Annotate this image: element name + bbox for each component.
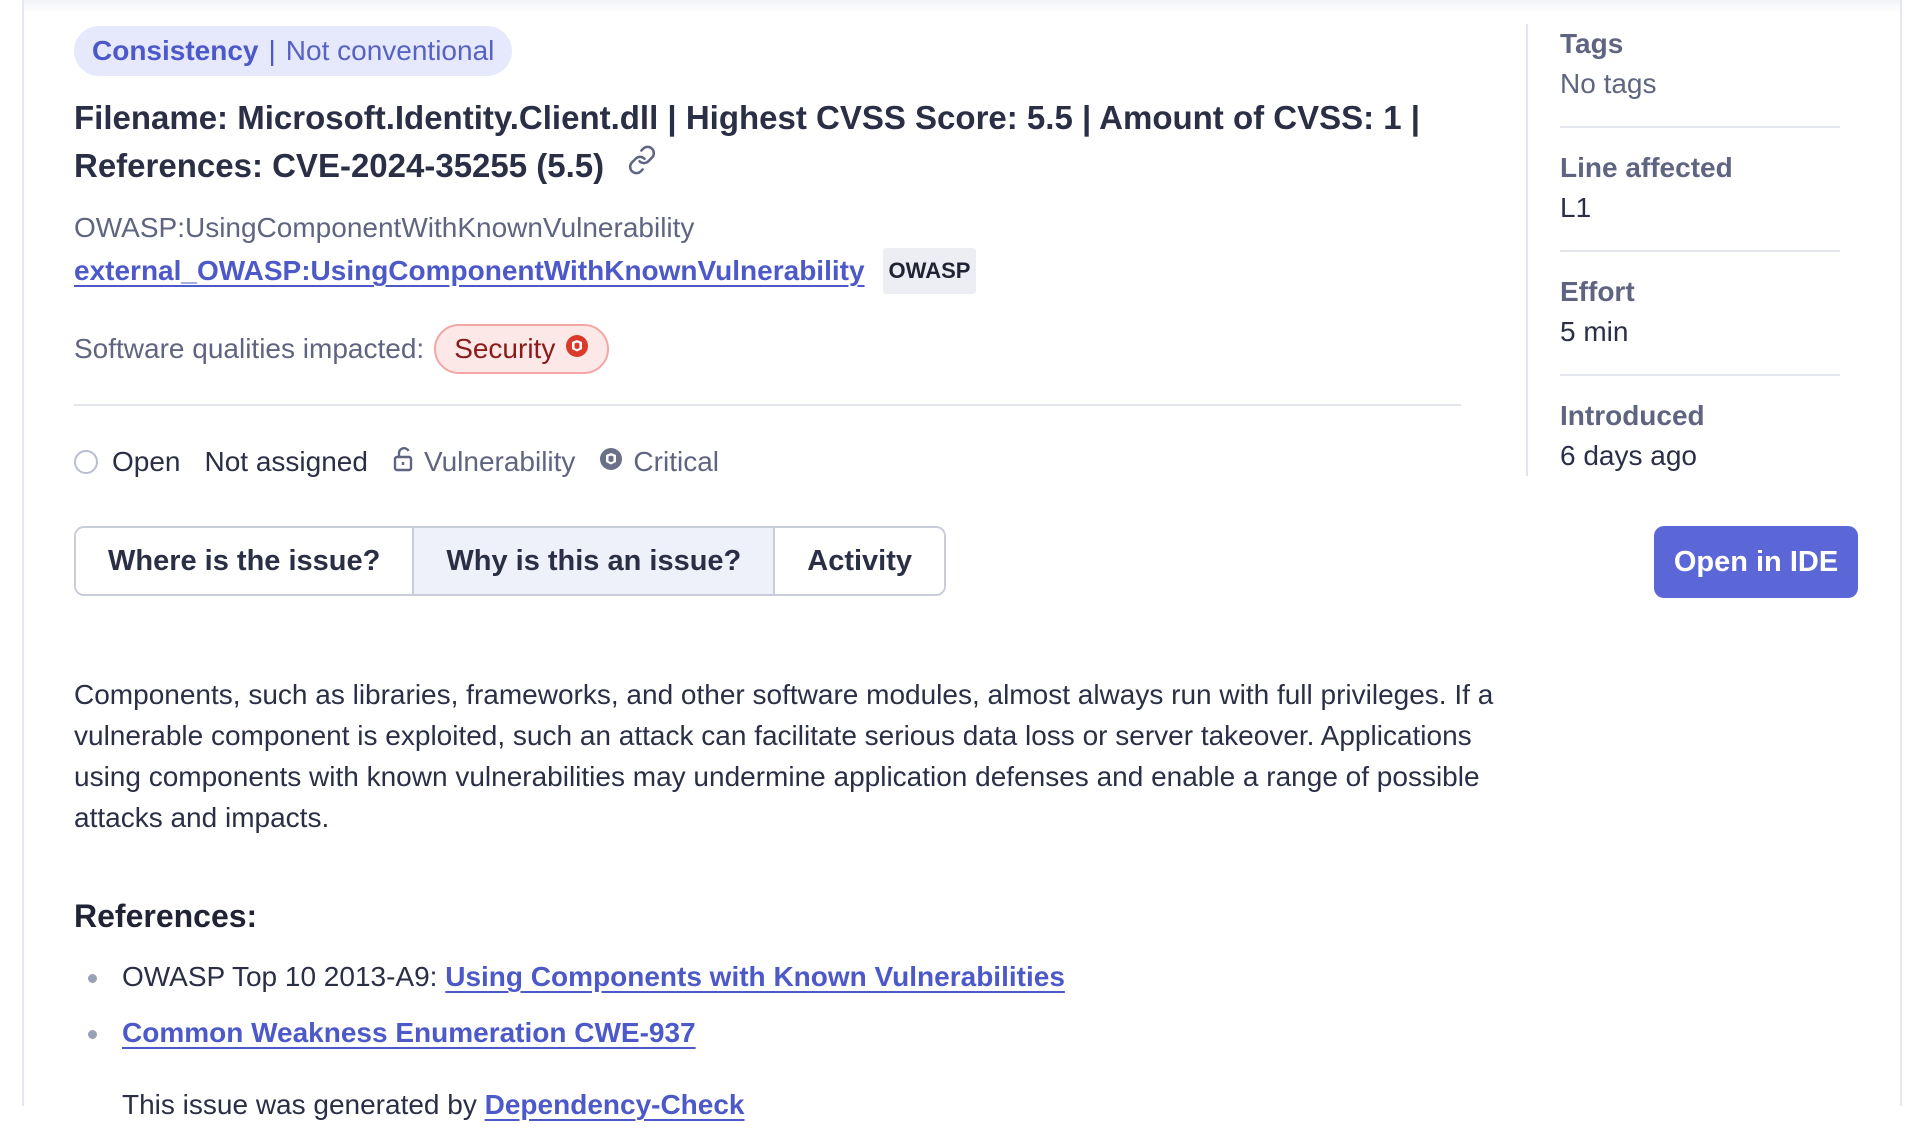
issue-description: Components, such as libraries, framework…	[74, 679, 1494, 834]
line-affected-label: Line affected	[1560, 152, 1733, 183]
issue-panel: Consistency | Not conventional Filename:…	[22, 0, 1902, 1120]
issue-type: Vulnerability	[392, 446, 575, 479]
tab-why-is-this-an-issue[interactable]: Why is this an issue?	[414, 528, 776, 595]
critical-severity-icon	[565, 333, 589, 365]
rule-link[interactable]: external_OWASP:UsingComponentWithKnownVu…	[74, 251, 865, 291]
introduced-section: Introduced 6 days ago	[1560, 396, 1840, 498]
introduced-label: Introduced	[1560, 400, 1705, 431]
pill-separator: |	[268, 35, 276, 66]
tab-where-is-the-issue[interactable]: Where is the issue?	[76, 528, 415, 595]
issue-type-label: Vulnerability	[423, 446, 576, 478]
references-list: OWASP Top 10 2013-A9: Using Components w…	[74, 949, 1484, 1061]
assignee[interactable]: Not assigned	[205, 446, 368, 478]
severity-label: Critical	[633, 446, 719, 478]
bullet	[88, 1030, 97, 1040]
permalink-icon[interactable]	[627, 140, 657, 188]
issue-title: Filename: Microsoft.Identity.Client.dll …	[74, 94, 1484, 192]
top-shadow	[24, 0, 1900, 14]
reference-link-cwe[interactable]: Common Weakness Enumeration CWE-937	[122, 1017, 696, 1048]
status-label: Open	[112, 446, 181, 478]
reference-link-owasp[interactable]: Using Components with Known Vulnerabilit…	[445, 961, 1065, 992]
rule-link-row: external_OWASP:UsingComponentWithKnownVu…	[74, 248, 1484, 295]
software-qualities-label: Software qualities impacted:	[74, 333, 425, 365]
line-affected-value: L1	[1560, 192, 1592, 223]
attribute-category: Consistency	[92, 35, 259, 66]
tags-value[interactable]: No tags	[1560, 64, 1840, 104]
references-heading: References:	[74, 898, 258, 935]
generator-link[interactable]: Dependency-Check	[485, 1089, 745, 1120]
rule-tag: OWASP	[882, 248, 977, 295]
issue-title-line-2-row: References: CVE-2024-35255 (5.5)	[74, 142, 1484, 192]
issue-status-row: Open Not assigned Vulnerability Critical	[74, 442, 1484, 482]
bullet	[88, 974, 97, 984]
tags-label: Tags	[1560, 28, 1624, 59]
line-affected-section: Line affected L1	[1560, 148, 1840, 252]
reference-item: Common Weakness Enumeration CWE-937	[74, 1005, 1484, 1061]
software-qualities-row: Software qualities impacted: Security	[74, 324, 1484, 375]
security-quality-badge[interactable]: Security	[434, 324, 610, 375]
issue-severity: Critical	[599, 446, 719, 478]
effort-section: Effort 5 min	[1560, 272, 1840, 376]
assignee-label: Not assigned	[204, 446, 368, 478]
attribute-value: Not conventional	[285, 35, 495, 66]
severity-icon	[599, 446, 623, 478]
effort-value: 5 min	[1560, 316, 1629, 347]
status-circle-icon	[74, 450, 98, 475]
issue-tabs: Where is the issue? Why is this an issue…	[74, 526, 947, 597]
reference-prefix: OWASP Top 10 2013-A9:	[122, 961, 438, 993]
rule-key: OWASP:UsingComponentWithKnownVulnerabili…	[74, 212, 695, 244]
unlock-icon	[392, 446, 414, 479]
reference-item: OWASP Top 10 2013-A9: Using Components w…	[74, 949, 1484, 1005]
generated-by-prefix: This issue was generated by	[122, 1089, 477, 1121]
issue-main: Consistency | Not conventional Filename:…	[74, 26, 1493, 1133]
section-divider	[74, 404, 1461, 407]
open-in-ide-button[interactable]: Open in IDE	[1654, 526, 1858, 598]
issue-sidebar: Tags No tags Line affected L1 Effort 5 m…	[1526, 24, 1840, 476]
generated-by-note: This issue was generated by Dependency-C…	[74, 1077, 1484, 1133]
clean-code-attribute-pill: Consistency | Not conventional	[74, 26, 513, 76]
status-open[interactable]: Open	[74, 446, 181, 478]
issue-title-line-1: Filename: Microsoft.Identity.Client.dll …	[74, 99, 1421, 136]
issue-title-line-2: References: CVE-2024-35255 (5.5)	[74, 147, 605, 184]
tab-activity[interactable]: Activity	[775, 528, 945, 595]
effort-label: Effort	[1560, 276, 1635, 307]
introduced-value: 6 days ago	[1560, 440, 1697, 471]
tags-section: Tags No tags	[1560, 24, 1840, 128]
security-badge-label: Security	[454, 333, 556, 365]
